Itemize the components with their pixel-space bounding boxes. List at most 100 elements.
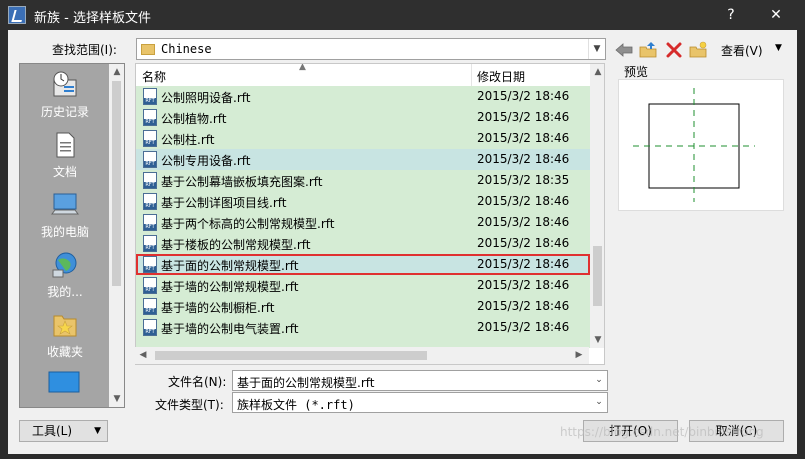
file-list-header: ▲ 名称 修改日期 — [136, 64, 590, 87]
file-date: 2015/3/2 18:35 — [477, 173, 570, 187]
rft-file-icon — [143, 151, 157, 168]
back-arrow-icon[interactable] — [614, 41, 634, 59]
up-folder-icon[interactable] — [638, 41, 658, 59]
scroll-right-icon[interactable]: ▶ — [571, 347, 587, 363]
file-date: 2015/3/2 18:46 — [477, 320, 570, 334]
file-date: 2015/3/2 18:46 — [477, 89, 570, 103]
file-date: 2015/3/2 18:46 — [477, 278, 570, 292]
dialog-body: 查找范围(I): Chinese ▼ 查看(V) ▼ 历史记录 文档 我的电脑 … — [8, 30, 797, 454]
file-list-vscroll-thumb[interactable] — [593, 246, 602, 306]
table-row[interactable]: 基于公制幕墙嵌板填充图案.rft 2015/3/2 18:35 — [136, 170, 590, 191]
desktop-icon[interactable] — [46, 370, 82, 394]
chevron-down-icon[interactable]: ⌄ — [591, 393, 607, 412]
view-menu-button[interactable]: 查看(V) — [721, 42, 763, 59]
place-label: 收藏夹 — [46, 345, 83, 359]
place-label: 我的电脑 — [40, 225, 89, 239]
place-history[interactable]: 历史记录 — [20, 70, 110, 120]
filetype-combo[interactable]: 族样板文件 (*.rft) ⌄ — [232, 392, 608, 413]
favorites-icon — [53, 315, 77, 337]
place-network[interactable]: 我的... — [20, 250, 110, 300]
lookin-combo[interactable]: Chinese ▼ — [136, 38, 606, 60]
table-row[interactable]: 公制照明设备.rft 2015/3/2 18:46 — [136, 86, 590, 107]
places-bar: 历史记录 文档 我的电脑 我的... 收藏夹 ▲ ▼ — [19, 63, 125, 408]
filename-label: 文件名(N): — [168, 375, 227, 389]
help-button[interactable]: ? — [720, 5, 742, 25]
file-name: 基于两个标高的公制常规模型.rft — [161, 217, 335, 231]
delete-x-icon[interactable] — [664, 41, 684, 59]
rft-file-icon — [143, 298, 157, 315]
file-list-vscrollbar[interactable]: ▲ ▼ — [590, 64, 604, 348]
column-divider[interactable] — [471, 64, 472, 86]
revit-app-icon — [8, 6, 26, 24]
file-date: 2015/3/2 18:46 — [477, 152, 570, 166]
rft-file-icon — [143, 214, 157, 231]
scroll-up-icon[interactable]: ▲ — [109, 64, 125, 80]
filename-combo[interactable]: 基于面的公制常规模型.rft ⌄ — [232, 370, 608, 391]
table-row-selected[interactable]: 基于面的公制常规模型.rft 2015/3/2 18:46 — [136, 254, 590, 275]
file-date: 2015/3/2 18:46 — [477, 131, 570, 145]
file-date: 2015/3/2 18:46 — [477, 215, 570, 229]
close-button[interactable]: ✕ — [765, 5, 787, 25]
file-name: 基于墙的公制电气装置.rft — [161, 322, 299, 336]
scroll-left-icon[interactable]: ◀ — [135, 347, 151, 363]
table-row[interactable]: 基于墙的公制电气装置.rft 2015/3/2 18:46 — [136, 317, 590, 338]
preview-panel: 预览 — [614, 63, 790, 211]
table-row[interactable]: 公制专用设备.rft 2015/3/2 18:46 — [136, 149, 590, 170]
file-name: 基于楼板的公制常规模型.rft — [161, 238, 311, 252]
rft-file-icon — [143, 172, 157, 189]
table-row[interactable]: 公制柱.rft 2015/3/2 18:46 — [136, 128, 590, 149]
scroll-up-icon[interactable]: ▲ — [590, 64, 604, 80]
filename-input[interactable]: 基于面的公制常规模型.rft — [237, 374, 374, 391]
new-folder-icon[interactable] — [688, 41, 708, 59]
documents-icon — [56, 132, 75, 158]
file-date: 2015/3/2 18:46 — [477, 299, 570, 313]
table-row[interactable]: 基于公制详图项目线.rft 2015/3/2 18:46 — [136, 191, 590, 212]
rft-file-icon — [143, 109, 157, 126]
computer-icon — [51, 193, 79, 215]
table-row[interactable]: 基于两个标高的公制常规模型.rft 2015/3/2 18:46 — [136, 212, 590, 233]
rft-file-icon — [143, 277, 157, 294]
rft-file-icon — [143, 130, 157, 147]
lookin-value: Chinese — [161, 42, 212, 56]
file-list: ▲ 名称 修改日期 公制照明设备.rft 2015/3/2 18:46 公制植物… — [135, 63, 605, 365]
file-name: 基于面的公制常规模型.rft — [161, 259, 299, 273]
rft-file-icon — [143, 88, 157, 105]
column-header-name[interactable]: 名称 — [142, 68, 166, 85]
file-list-hscrollbar[interactable]: ◀ ▶ — [135, 347, 589, 364]
preview-box — [618, 79, 784, 211]
scroll-down-icon[interactable]: ▼ — [590, 332, 604, 348]
place-documents[interactable]: 文档 — [20, 130, 110, 180]
scroll-down-icon[interactable]: ▼ — [109, 391, 125, 407]
file-list-hscroll-thumb[interactable] — [155, 351, 427, 360]
places-scrollbar[interactable]: ▲ ▼ — [109, 64, 124, 407]
place-my-computer[interactable]: 我的电脑 — [20, 190, 110, 240]
column-header-date[interactable]: 修改日期 — [477, 68, 525, 85]
chevron-down-icon[interactable]: ▼ — [588, 39, 605, 59]
filetype-label: 文件类型(T): — [155, 398, 224, 412]
table-row[interactable]: 基于墙的公制常规模型.rft 2015/3/2 18:46 — [136, 275, 590, 296]
file-date: 2015/3/2 18:46 — [477, 236, 570, 250]
table-row[interactable]: 公制植物.rft 2015/3/2 18:46 — [136, 107, 590, 128]
title-bar: 新族 - 选择样板文件 ? ✕ — [0, 0, 805, 30]
file-date: 2015/3/2 18:46 — [477, 257, 570, 271]
file-name: 公制植物.rft — [161, 112, 227, 126]
view-dropdown-icon[interactable]: ▼ — [775, 43, 782, 53]
place-label: 我的... — [47, 285, 83, 299]
file-name: 公制照明设备.rft — [161, 91, 251, 105]
file-name: 基于墙的公制橱柜.rft — [161, 301, 275, 315]
places-scroll-thumb[interactable] — [112, 81, 121, 286]
place-favorites[interactable]: 收藏夹 — [20, 310, 110, 360]
file-name: 基于公制幕墙嵌板填充图案.rft — [161, 175, 323, 189]
file-name: 公制专用设备.rft — [161, 154, 251, 168]
tools-menu-button[interactable]: 工具(L) ▼ — [19, 420, 108, 442]
table-row[interactable]: 基于楼板的公制常规模型.rft 2015/3/2 18:46 — [136, 233, 590, 254]
tools-button-label: 工具(L) — [32, 424, 73, 438]
network-icon — [52, 252, 77, 278]
file-name: 基于公制详图项目线.rft — [161, 196, 287, 210]
rft-file-icon — [143, 319, 157, 336]
place-label: 文档 — [52, 165, 77, 179]
place-label: 历史记录 — [40, 105, 89, 119]
chevron-down-icon[interactable]: ⌄ — [591, 371, 607, 390]
file-date: 2015/3/2 18:46 — [477, 110, 570, 124]
table-row[interactable]: 基于墙的公制橱柜.rft 2015/3/2 18:46 — [136, 296, 590, 317]
